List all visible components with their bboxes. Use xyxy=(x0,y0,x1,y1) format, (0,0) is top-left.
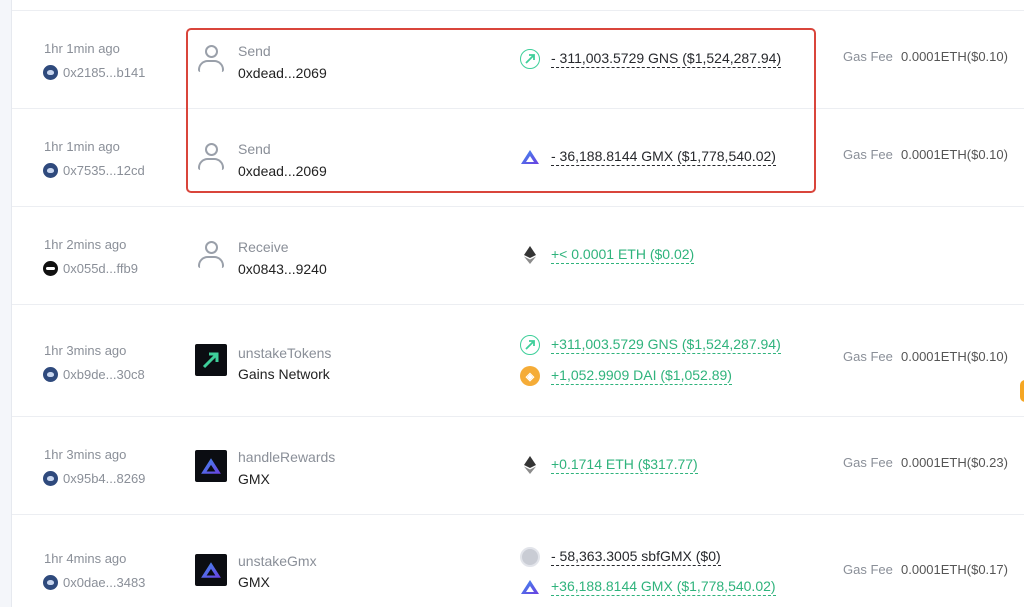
token-amount[interactable]: +1,052.9909 DAI ($1,052.89) xyxy=(551,367,732,385)
tx-hash-link[interactable]: 0x055d...ffb9 xyxy=(43,261,138,276)
gmx-icon xyxy=(520,577,540,597)
eth-icon xyxy=(520,245,540,265)
token-amount[interactable]: +311,003.5729 GNS ($1,524,287.94) xyxy=(551,336,781,354)
floating-widget-edge[interactable] xyxy=(1020,380,1024,402)
tx-time: 1hr 2mins ago xyxy=(44,237,127,252)
tx-action: handleRewards xyxy=(238,449,336,465)
token-transfer: +36,188.8144 GMX ($1,778,540.02) xyxy=(520,577,776,597)
token-transfer: +0.1714 ETH ($317.77) xyxy=(520,455,698,475)
arbitrum-icon xyxy=(43,163,58,178)
left-panel-edge xyxy=(0,0,12,607)
gas-fee-label: Gas Fee xyxy=(843,147,893,162)
arbitrum-icon xyxy=(43,367,58,382)
tx-time: 1hr 3mins ago xyxy=(44,447,127,462)
token-amount[interactable]: +36,188.8144 GMX ($1,778,540.02) xyxy=(551,578,776,596)
tx-hash-link[interactable]: 0x7535...12cd xyxy=(43,163,145,178)
tx-hash: 0x055d...ffb9 xyxy=(63,261,138,276)
gas-fee-value: 0.0001ETH($0.17) xyxy=(901,562,1008,577)
transaction-row[interactable]: 1hr 4mins ago 0x0dae...3483 unstakeGmx G… xyxy=(12,514,1024,607)
tx-time: 1hr 1min ago xyxy=(44,139,120,154)
gas-fee-value: 0.0001ETH($0.10) xyxy=(901,349,1008,364)
tx-action: unstakeTokens xyxy=(238,345,332,361)
tx-hash: 0x0dae...3483 xyxy=(63,575,146,590)
highlight-annotation-box xyxy=(186,28,816,193)
arbitrum-icon xyxy=(43,65,58,80)
transaction-row[interactable]: 1hr 3mins ago 0xb9de...30c8 unstakeToken… xyxy=(12,304,1024,416)
gas-fee-label: Gas Fee xyxy=(843,349,893,364)
sbfgmx-icon xyxy=(520,547,540,567)
tx-hash-link[interactable]: 0xb9de...30c8 xyxy=(43,367,145,382)
gas-fee-label: Gas Fee xyxy=(843,49,893,64)
token-amount[interactable]: - 58,363.3005 sbfGMX ($0) xyxy=(551,548,721,566)
token-transfer: - 58,363.3005 sbfGMX ($0) xyxy=(520,547,721,567)
tx-action: Receive xyxy=(238,239,289,255)
counterparty-address[interactable]: Gains Network xyxy=(238,366,330,382)
arbitrum-icon xyxy=(43,575,58,590)
transaction-row[interactable]: 1hr 2mins ago 0x055d...ffb9 Receive 0x08… xyxy=(12,206,1024,304)
dai-icon: ◈ xyxy=(520,366,540,386)
transaction-row[interactable]: 1hr 3mins ago 0x95b4...8269 handleReward… xyxy=(12,416,1024,514)
tx-hash: 0x95b4...8269 xyxy=(63,471,146,486)
counterparty-address[interactable]: 0x0843...9240 xyxy=(238,261,327,277)
tx-hash-link[interactable]: 0x95b4...8269 xyxy=(43,471,145,486)
token-transfer: +< 0.0001 ETH ($0.02) xyxy=(520,245,695,265)
gas-fee-value: 0.0001ETH($0.10) xyxy=(901,147,1008,162)
arbitrum-icon xyxy=(43,471,58,486)
tx-action: unstakeGmx xyxy=(238,553,317,569)
tx-time: 1hr 3mins ago xyxy=(44,343,127,358)
user-icon xyxy=(195,240,227,272)
chain-icon xyxy=(43,261,58,276)
tx-hash-link[interactable]: 0x0dae...3483 xyxy=(43,575,145,590)
tx-hash: 0xb9de...30c8 xyxy=(63,367,145,382)
tx-hash: 0x2185...b141 xyxy=(63,65,146,80)
tx-hash-link[interactable]: 0x2185...b141 xyxy=(43,65,145,80)
tx-time: 1hr 1min ago xyxy=(44,41,120,56)
gas-fee-value: 0.0001ETH($0.10) xyxy=(901,49,1008,64)
gns-icon xyxy=(520,335,540,355)
token-amount[interactable]: +0.1714 ETH ($317.77) xyxy=(551,456,698,474)
token-amount[interactable]: +< 0.0001 ETH ($0.02) xyxy=(551,246,695,264)
gas-fee-label: Gas Fee xyxy=(843,562,893,577)
counterparty-address[interactable]: GMX xyxy=(238,574,270,590)
eth-icon xyxy=(520,455,540,475)
token-transfer: ◈ +1,052.9909 DAI ($1,052.89) xyxy=(520,366,732,386)
token-transfer: +311,003.5729 GNS ($1,524,287.94) xyxy=(520,335,781,355)
gains-network-logo xyxy=(195,344,227,376)
gmx-logo xyxy=(195,554,227,586)
tx-hash: 0x7535...12cd xyxy=(63,163,145,178)
counterparty-address[interactable]: GMX xyxy=(238,471,270,487)
gmx-logo xyxy=(195,450,227,482)
gas-fee-label: Gas Fee xyxy=(843,455,893,470)
tx-time: 1hr 4mins ago xyxy=(44,551,127,566)
gas-fee-value: 0.0001ETH($0.23) xyxy=(901,455,1008,470)
